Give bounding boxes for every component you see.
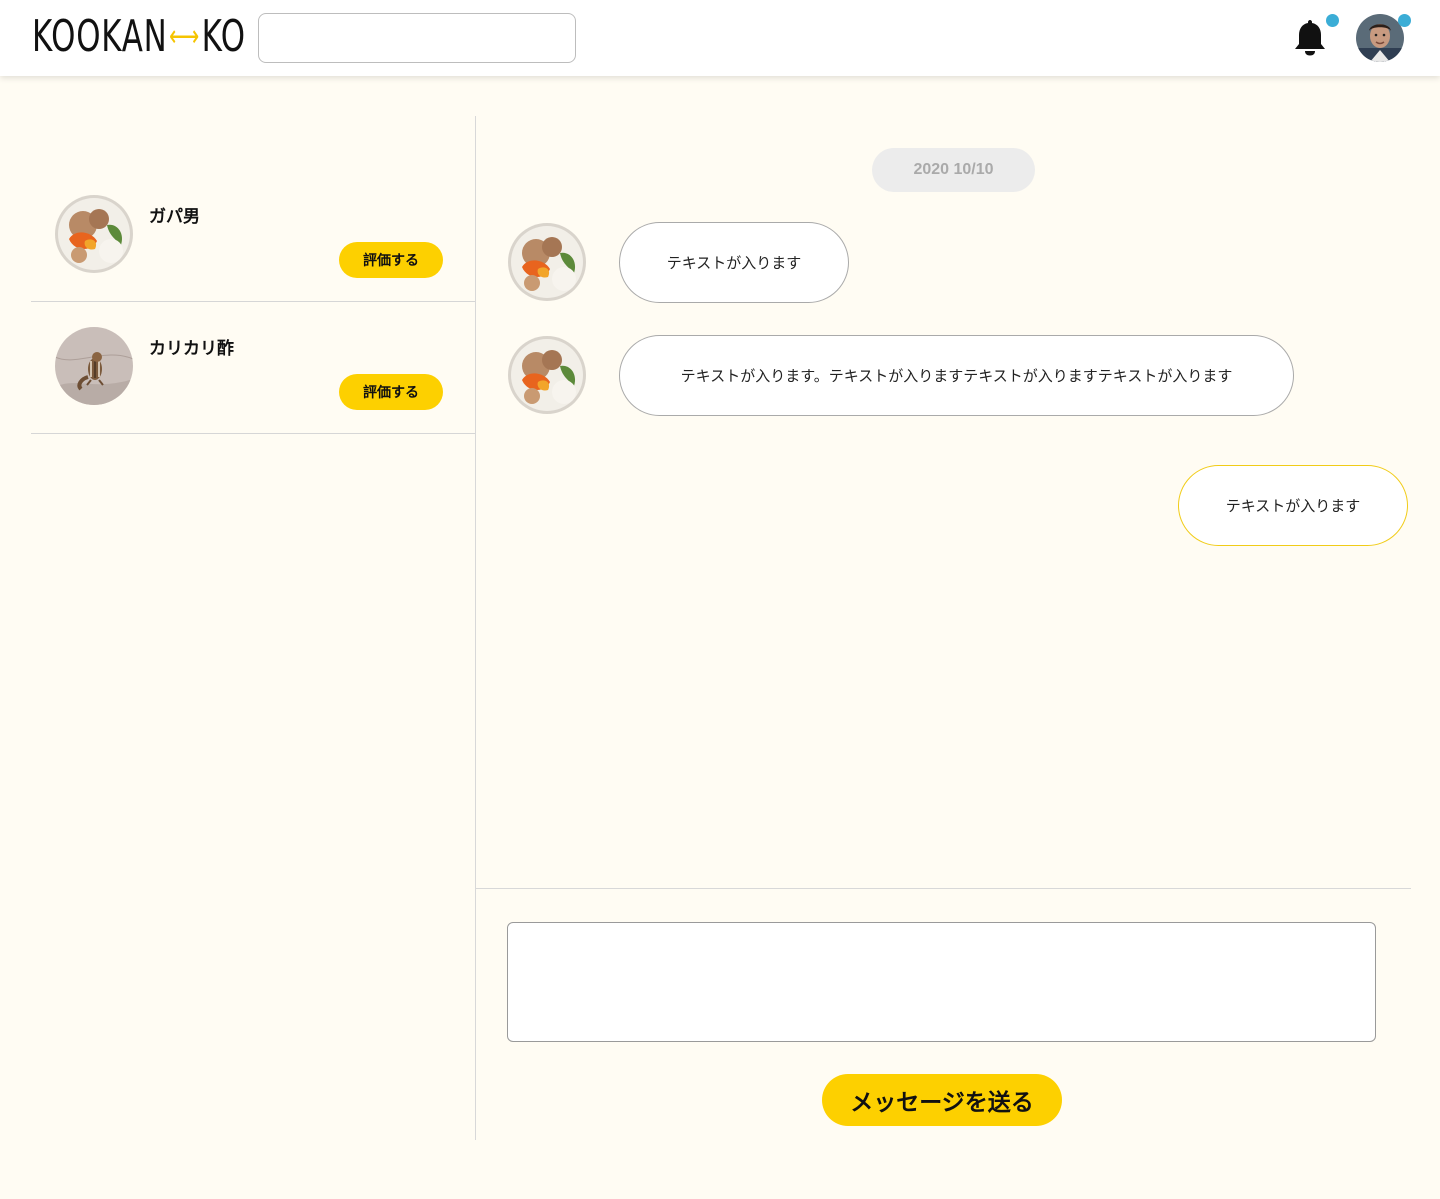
profile-badge — [1398, 14, 1411, 27]
message-bubble: テキストが入ります。テキストが入りますテキストが入りますテキストが入ります — [619, 335, 1294, 416]
rate-button[interactable]: 評価する — [339, 374, 443, 410]
date-separator: 2020 10/10 — [872, 148, 1035, 192]
column-divider — [475, 116, 476, 1140]
user-avatar[interactable] — [1356, 14, 1404, 62]
message-bubble: テキストが入ります — [619, 222, 849, 303]
logo-arrow-icon: ⟷ — [169, 19, 201, 54]
my-message-bubble: テキストが入ります — [1178, 465, 1408, 546]
contact-name: ガパ男 — [149, 207, 200, 227]
composer-divider — [476, 888, 1411, 889]
contact-thumbnail — [55, 327, 133, 405]
search-input[interactable] — [258, 13, 576, 63]
rate-button[interactable]: 評価する — [339, 242, 443, 278]
message-avatar — [508, 336, 586, 414]
contact-item[interactable]: ガパ男 評価する — [31, 170, 475, 302]
notification-badge — [1326, 14, 1339, 27]
message-input[interactable] — [507, 922, 1376, 1042]
logo-text-right: KO — [201, 11, 246, 62]
contact-thumbnail — [55, 195, 133, 273]
contact-item[interactable]: カリカリ酢 評価する — [31, 302, 475, 434]
logo[interactable]: KOOKAN ⟷ KO — [32, 14, 246, 60]
contact-list: ガパ男 評価する カリカリ酢 評価する — [31, 116, 475, 1140]
bell-icon[interactable] — [1292, 18, 1328, 56]
send-message-button[interactable]: メッセージを送る — [822, 1074, 1062, 1126]
message-avatar — [508, 223, 586, 301]
contact-name: カリカリ酢 — [149, 339, 234, 359]
top-header: KOOKAN ⟷ KO — [0, 0, 1440, 76]
logo-text-left: KOOKAN — [32, 11, 168, 62]
